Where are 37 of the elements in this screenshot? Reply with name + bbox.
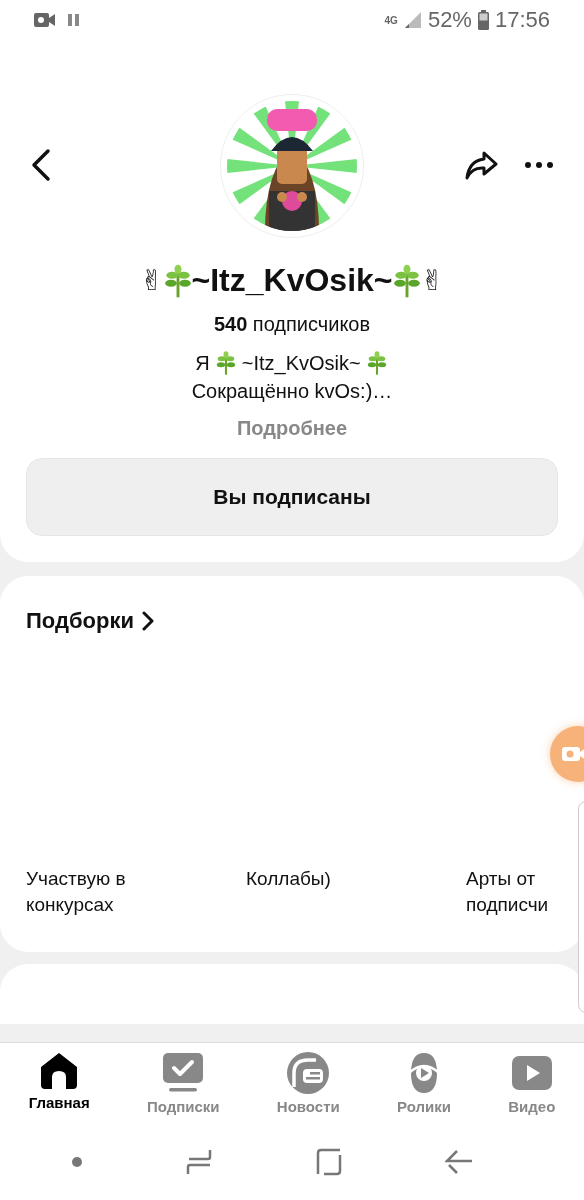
- network-type: 4G: [384, 14, 398, 26]
- news-icon[interactable]: [286, 1051, 331, 1095]
- sprig-icon: [215, 350, 236, 376]
- sprig-icon: [366, 350, 387, 376]
- victory-hand-emoji: ✌: [140, 264, 164, 297]
- nav-tab[interactable]: Новости: [276, 1051, 340, 1115]
- nav-tab[interactable]: Ролики: [397, 1051, 451, 1115]
- bio-text: Я: [195, 351, 210, 375]
- pause-icon: [68, 13, 80, 27]
- chevron-right-icon[interactable]: [141, 611, 154, 631]
- bio-text: ~Itz_KvOsik~: [241, 351, 361, 375]
- bio-text: Сокращённо kvOs:)…: [191, 380, 393, 403]
- recent-apps-button[interactable]: [185, 1148, 213, 1176]
- battery-percent: 52%: [427, 7, 472, 33]
- nav-tab[interactable]: Главная: [28, 1051, 90, 1111]
- home-button[interactable]: [315, 1148, 343, 1176]
- more-icon[interactable]: [524, 161, 554, 169]
- clock: 17:56: [494, 7, 550, 33]
- collections-title[interactable]: Подборки: [26, 608, 134, 634]
- dot-icon[interactable]: [71, 1156, 83, 1168]
- subscribed-button[interactable]: Вы подписаны: [26, 458, 558, 536]
- battery-icon: [477, 10, 489, 30]
- collection-title[interactable]: Коллабы): [246, 866, 466, 918]
- camera-icon: [34, 12, 56, 28]
- follower-count: 540 подписчиков: [213, 313, 371, 336]
- more-link[interactable]: Подробнее: [236, 417, 348, 440]
- collection-title[interactable]: Арты от подписчи: [466, 866, 558, 918]
- victory-hand-emoji: ✌: [420, 264, 444, 297]
- signal-icon: [403, 11, 422, 29]
- sprig-icon: [163, 262, 192, 299]
- back-arrow-icon[interactable]: [445, 1148, 473, 1176]
- checked-screen-icon[interactable]: [161, 1051, 206, 1095]
- nav-tab[interactable]: Подписки: [146, 1051, 220, 1115]
- channel-name: ~Itz_KvOsik~: [191, 262, 393, 299]
- nav-tab[interactable]: Видео: [508, 1051, 556, 1115]
- sprig-icon: [392, 262, 421, 299]
- collection-title[interactable]: Участвую в конкурсах: [26, 866, 156, 918]
